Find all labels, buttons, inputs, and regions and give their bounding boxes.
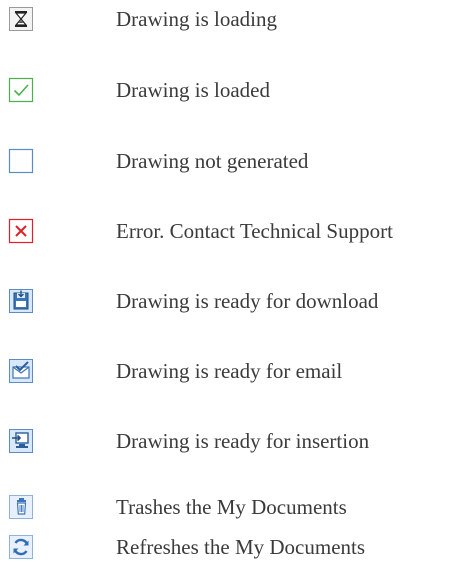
- legend-item-trash: Trashes the My Documents: [0, 488, 475, 528]
- legend-label: Trashes the My Documents: [116, 495, 347, 519]
- legend-item-loading: Drawing is loading: [0, 0, 475, 40]
- legend-item-not-generated: Drawing not generated: [0, 142, 475, 182]
- legend-label: Refreshes the My Documents: [116, 535, 366, 559]
- legend-label: Error. Contact Technical Support: [116, 219, 393, 243]
- legend-label: Drawing is loading: [116, 7, 277, 31]
- email-envelope-icon: [6, 356, 36, 386]
- legend-item-refresh: Refreshes the My Documents: [0, 528, 475, 568]
- legend-label: Drawing is ready for email: [116, 359, 343, 383]
- legend-label: Drawing not generated: [116, 149, 309, 173]
- legend-label: Drawing is loaded: [116, 78, 270, 102]
- legend-item-loaded: Drawing is loaded: [0, 71, 475, 111]
- empty-box-icon: [6, 146, 36, 176]
- legend-label: Drawing is ready for download: [116, 289, 379, 313]
- legend-label: Drawing is ready for insertion: [116, 429, 370, 453]
- hourglass-icon: [6, 4, 36, 34]
- checkmark-icon: [6, 75, 36, 105]
- legend-item-download: Drawing is ready for download: [0, 282, 475, 322]
- insert-monitor-icon: [6, 426, 36, 456]
- download-floppy-icon: [6, 286, 36, 316]
- legend-item-email: Drawing is ready for email: [0, 352, 475, 392]
- error-x-icon: [6, 216, 36, 246]
- refresh-arrows-icon: [6, 532, 36, 562]
- legend-item-insertion: Drawing is ready for insertion: [0, 422, 475, 462]
- trash-can-icon: [6, 492, 36, 522]
- legend-item-error: Error. Contact Technical Support: [0, 212, 475, 252]
